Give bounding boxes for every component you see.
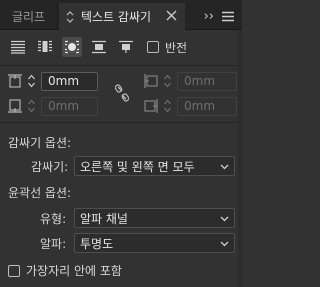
bottom-offset-icon — [8, 99, 22, 113]
close-icon[interactable] — [166, 10, 177, 21]
left-offset-input[interactable]: 0mm — [177, 71, 237, 91]
chevron-down-icon — [220, 241, 229, 247]
alpha-dropdown[interactable]: 투명도 — [74, 233, 235, 253]
bottom-offset-input[interactable]: 0mm — [41, 96, 98, 116]
bottom-offset-stepper[interactable] — [26, 97, 37, 115]
panel-right-edge — [238, 30, 242, 287]
jump-object-button[interactable] — [89, 37, 109, 57]
alpha-value: 투명도 — [80, 236, 114, 251]
bottom-offset-row: 0mm — [8, 95, 98, 117]
jump-next-column-icon — [119, 40, 133, 53]
invert-checkbox[interactable] — [147, 41, 159, 53]
divider — [0, 122, 242, 123]
include-inside-edges-checkbox[interactable] — [8, 264, 20, 277]
contour-type-label: 유형: — [40, 212, 67, 226]
jump-to-next-column-button[interactable] — [116, 37, 136, 57]
chevron-down-icon — [220, 164, 229, 170]
right-offset-row: 0mm — [144, 95, 237, 117]
left-offset-value: 0mm — [184, 74, 216, 88]
tab-glyphs[interactable]: 글리프 — [0, 3, 58, 30]
object-shape-wrap-icon — [65, 40, 79, 54]
no-wrap-icon — [11, 40, 25, 54]
divider — [0, 65, 242, 66]
right-offset-stepper[interactable] — [162, 97, 173, 115]
contour-type-dropdown[interactable]: 알파 채널 — [74, 208, 235, 228]
wrap-bounding-box-button[interactable] — [35, 37, 55, 57]
top-offset-input[interactable]: 0mm — [41, 71, 98, 91]
wrap-options-heading: 감싸기 옵션: — [8, 136, 72, 150]
top-offset-icon — [8, 74, 22, 88]
left-offset-stepper[interactable] — [162, 72, 173, 90]
hamburger-menu-icon[interactable] — [222, 11, 234, 22]
contour-type-value: 알파 채널 — [80, 211, 128, 226]
left-offset-row: 0mm — [144, 70, 237, 92]
include-inside-edges-label: 가장자리 안에 포함 — [26, 264, 122, 278]
invert-label: 반전 — [165, 40, 188, 55]
panel-menu-area: ›› — [185, 3, 242, 30]
alpha-label: 알파: — [40, 237, 67, 251]
top-offset-stepper[interactable] — [26, 72, 37, 90]
right-offset-input[interactable]: 0mm — [177, 96, 237, 116]
include-inside-edges-option[interactable]: 가장자리 안에 포함 — [8, 262, 122, 279]
wrap-to-label: 감싸기: — [31, 160, 69, 174]
right-offset-value: 0mm — [184, 99, 216, 113]
top-offset-row: 0mm — [8, 70, 98, 92]
right-offset-icon — [144, 99, 158, 113]
bottom-offset-value: 0mm — [48, 99, 80, 113]
left-offset-icon — [144, 74, 158, 88]
invert-option[interactable]: 반전 — [147, 39, 187, 56]
tab-stepper-icon — [66, 10, 74, 23]
tab-glyphs-label: 글리프 — [11, 10, 46, 24]
bounding-box-wrap-icon — [38, 40, 52, 52]
tab-text-wrap[interactable]: 텍스트 감싸기 — [59, 3, 185, 30]
expand-panel-button[interactable]: ›› — [204, 9, 214, 24]
wrap-to-dropdown[interactable]: 오른쪽 및 왼쪽 면 모두 — [74, 156, 235, 176]
top-offset-value: 0mm — [48, 74, 80, 88]
chevron-down-icon — [220, 216, 229, 222]
wrap-to-value: 오른쪽 및 왼쪽 면 모두 — [80, 159, 195, 174]
panel-tab-bar: 글리프 텍스트 감싸기 ›› — [0, 0, 242, 30]
tab-text-wrap-label: 텍스트 감싸기 — [81, 10, 152, 24]
wrap-mode-toolbar: 반전 — [8, 37, 187, 57]
contour-options-heading: 윤곽선 옵션: — [8, 186, 72, 200]
jump-object-icon — [92, 40, 106, 54]
link-offsets-icon[interactable] — [115, 84, 129, 102]
no-wrap-button[interactable] — [8, 37, 28, 57]
wrap-object-shape-button[interactable] — [62, 37, 82, 57]
